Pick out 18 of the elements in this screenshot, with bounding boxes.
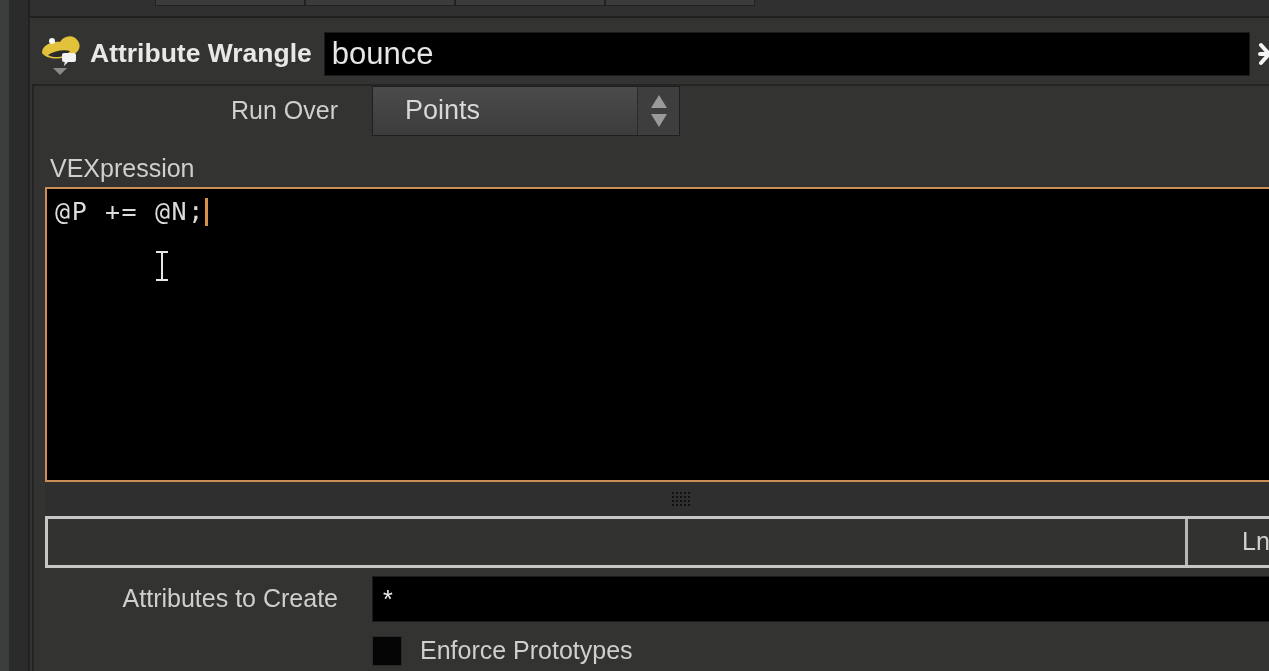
checkbox[interactable] [372,635,402,666]
vexpression-label: VEXpression [49,153,196,182]
text-cursor-icon [155,250,169,281]
checkbox-label: Enforce Prototypes [420,634,633,666]
node-name-field[interactable]: bounce [323,31,1250,76]
code-text: @P += @N; [55,196,205,227]
caret-icon [53,67,67,75]
node-type-label: Attribute Wrangle [90,36,312,70]
field-label: Attributes to Create [122,583,338,612]
insertion-cursor-icon [204,197,208,226]
line-label: Ln [1241,525,1269,557]
run-over-dropdown[interactable]: Points [372,85,680,136]
field-label: Run Over [231,95,338,124]
attributes-field[interactable]: * [372,575,1269,622]
asterisk-icon [1258,40,1269,67]
up-down-arrows-icon [650,94,667,127]
code-editor[interactable]: @P += @N; [45,186,1269,482]
grip-icon [672,491,690,506]
